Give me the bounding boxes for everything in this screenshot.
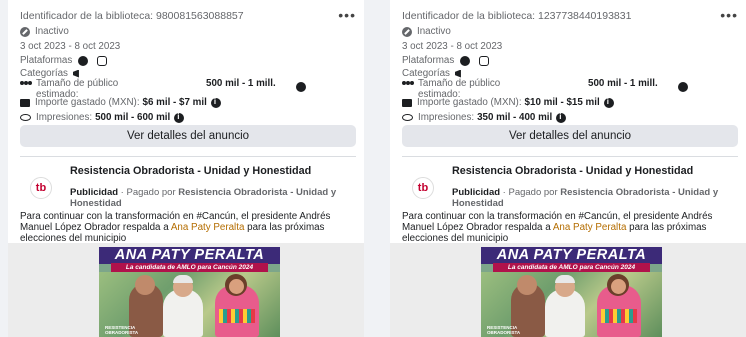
spend-value: $6 mil - $7 mil — [142, 97, 207, 108]
amount-spent: Importe gastado (MXN): $6 mil - $7 mil — [20, 97, 221, 108]
status: Inactivo — [20, 26, 69, 37]
divider — [20, 156, 356, 157]
ad-card: Identificador de la biblioteca: 12377384… — [390, 0, 746, 337]
paid-by-prefix: · Pagado por — [118, 187, 179, 198]
ad-card: Identificador de la biblioteca: 98008156… — [8, 0, 364, 337]
spend-label: Importe gastado (MXN): — [35, 97, 140, 108]
page-name[interactable]: Resistencia Obradorista - Unidad y Hones… — [70, 165, 350, 177]
ad-body-text: Para continuar con la transformación en … — [402, 211, 742, 244]
run-dates: 3 oct 2023 - 8 oct 2023 — [402, 41, 503, 52]
instagram-icon — [479, 55, 490, 66]
impressions-value: 350 mil - 400 mil — [477, 112, 553, 123]
status-label: Inactivo — [417, 26, 451, 37]
info-icon[interactable] — [210, 97, 221, 108]
status: Inactivo — [402, 26, 451, 37]
creative-title: ANA PATY PERALTA — [99, 247, 280, 264]
divider — [402, 156, 738, 157]
ad-body-text: Para continuar con la transformación en … — [20, 211, 360, 244]
info-icon[interactable] — [174, 112, 185, 123]
ad-library-results: Identificador de la biblioteca: 98008156… — [0, 0, 746, 337]
more-options-icon[interactable]: ••• — [338, 7, 356, 23]
facebook-icon — [78, 55, 89, 66]
status-icon — [402, 26, 412, 37]
instagram-icon — [97, 55, 108, 66]
megaphone-icon — [454, 69, 461, 78]
sponsored-label: Publicidad — [70, 187, 119, 198]
platforms: Plataformas — [402, 55, 494, 66]
status-icon — [20, 26, 30, 37]
eye-icon — [402, 114, 413, 121]
ad-creative-image[interactable]: ANA PATY PERALTA La candidata de AMLO pa… — [481, 247, 662, 337]
card-gap — [370, 0, 384, 337]
audience-value: 500 mil - 1 mill. — [206, 78, 276, 89]
body-link[interactable]: Ana Paty Peralta — [553, 222, 627, 233]
see-ad-details-button[interactable]: Ver detalles del anuncio — [20, 125, 356, 147]
impressions-value: 500 mil - 600 mil — [95, 112, 171, 123]
money-icon — [20, 98, 30, 107]
impressions-label: Impresiones: — [36, 112, 93, 123]
spend-value: $10 mil - $15 mil — [524, 97, 600, 108]
sponsored-label: Publicidad — [452, 187, 501, 198]
creative-logo: RESISTENCIA OBRADORISTA — [105, 325, 139, 335]
amount-spent: Importe gastado (MXN): $10 mil - $15 mil — [402, 97, 614, 108]
megaphone-icon — [72, 69, 79, 78]
page-avatar[interactable]: tb — [412, 177, 434, 199]
body-link[interactable]: Ana Paty Peralta — [171, 222, 245, 233]
money-icon — [402, 98, 412, 107]
sponsored-meta: Publicidad · Pagado por Resistencia Obra… — [452, 187, 738, 209]
eye-icon — [20, 114, 31, 121]
platforms-label: Plataformas — [402, 55, 455, 66]
run-dates: 3 oct 2023 - 8 oct 2023 — [20, 41, 121, 52]
info-icon[interactable] — [296, 82, 306, 92]
audience-value: 500 mil - 1 mill. — [588, 78, 658, 89]
impressions: Impresiones: 500 mil - 600 mil — [20, 112, 185, 123]
creative-subtitle: La candidata de AMLO para Cancún 2024 — [493, 263, 650, 272]
audience-icon — [402, 81, 414, 89]
platforms: Plataformas — [20, 55, 112, 66]
sponsored-meta: Publicidad · Pagado por Resistencia Obra… — [70, 187, 356, 209]
creative-logo: RESISTENCIA OBRADORISTA — [487, 325, 521, 335]
platforms-label: Plataformas — [20, 55, 73, 66]
info-icon[interactable] — [556, 112, 567, 123]
page-name[interactable]: Resistencia Obradorista - Unidad y Hones… — [452, 165, 732, 177]
see-ad-details-button[interactable]: Ver detalles del anuncio — [402, 125, 738, 147]
status-label: Inactivo — [35, 26, 69, 37]
audience-icon — [20, 81, 32, 89]
spend-label: Importe gastado (MXN): — [417, 97, 522, 108]
info-icon[interactable] — [603, 97, 614, 108]
info-icon[interactable] — [678, 82, 688, 92]
creative-title: ANA PATY PERALTA — [481, 247, 662, 264]
library-id: Identificador de la biblioteca: 12377384… — [402, 10, 632, 22]
creative-subtitle: La candidata de AMLO para Cancún 2024 — [111, 263, 268, 272]
more-options-icon[interactable]: ••• — [720, 7, 738, 23]
facebook-icon — [460, 55, 471, 66]
library-id: Identificador de la biblioteca: 98008156… — [20, 10, 244, 22]
ad-creative-image[interactable]: ANA PATY PERALTA La candidata de AMLO pa… — [99, 247, 280, 337]
impressions-label: Impresiones: — [418, 112, 475, 123]
page-avatar[interactable]: tb — [30, 177, 52, 199]
impressions: Impresiones: 350 mil - 400 mil — [402, 112, 567, 123]
paid-by-prefix: · Pagado por — [500, 187, 561, 198]
